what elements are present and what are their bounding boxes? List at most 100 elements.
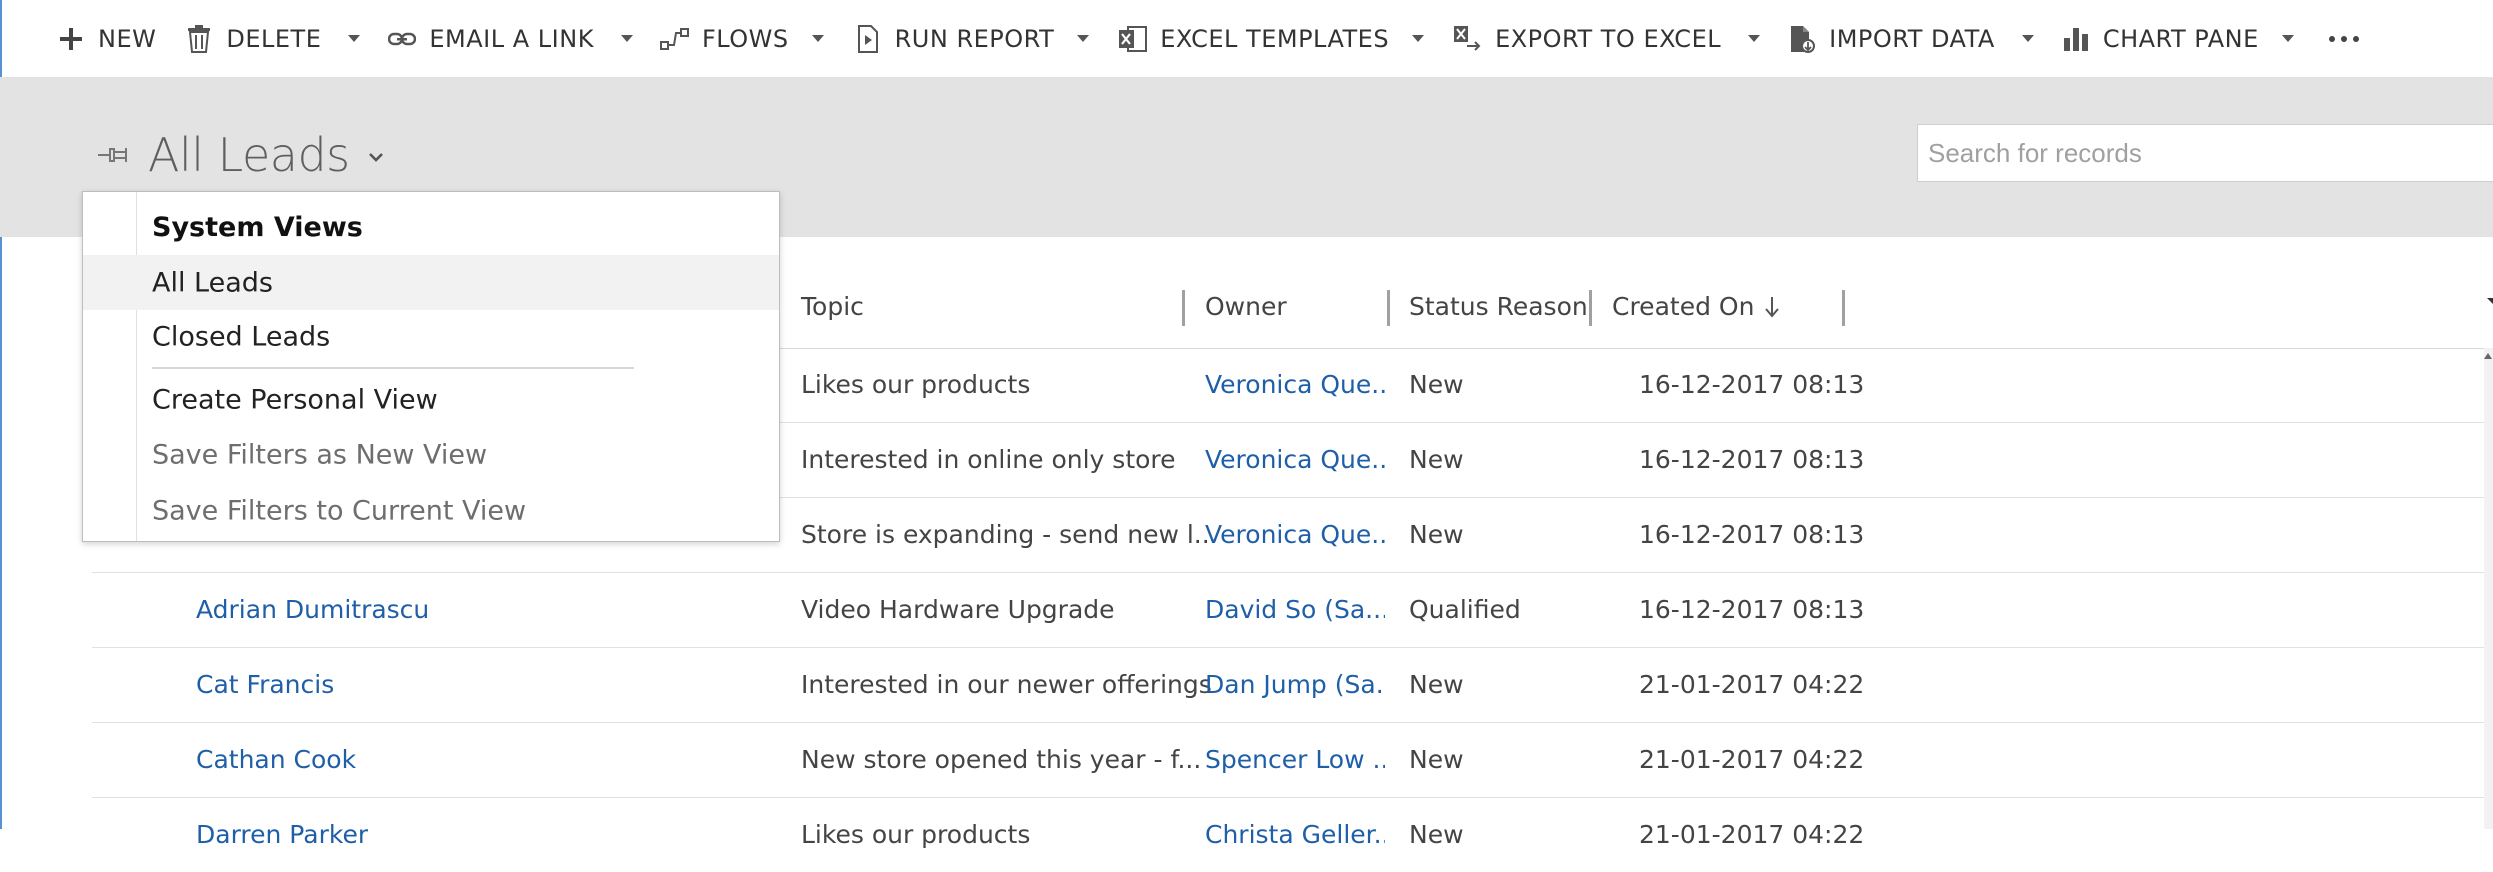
- trash-icon: [184, 24, 214, 54]
- status-cell: Qualified: [1409, 595, 1521, 624]
- export-split: EXPORT TO EXCEL: [1439, 0, 1773, 77]
- caret-down-icon: [2021, 35, 2034, 42]
- sort-descending-icon: [1765, 296, 1780, 318]
- caret-down-icon: [1748, 35, 1761, 42]
- column-header-created-on[interactable]: Created On: [1612, 292, 1780, 321]
- column-resize-handle[interactable]: [1589, 290, 1592, 326]
- lead-name-link[interactable]: Darren Parker: [196, 798, 368, 872]
- table-row[interactable]: Adrian Dumitrascu Video Hardware Upgrade…: [92, 573, 2493, 648]
- lead-name-link[interactable]: Cathan Cook: [196, 723, 356, 797]
- email-label: EMAIL A LINK: [429, 24, 594, 53]
- export-dropdown-button[interactable]: [1735, 0, 1773, 77]
- import-icon: [1787, 24, 1817, 54]
- status-cell: New: [1409, 745, 1464, 774]
- menu-item-all-leads[interactable]: All Leads: [83, 255, 779, 310]
- run-report-label: RUN REPORT: [894, 24, 1055, 53]
- import-split: IMPORT DATA: [1773, 0, 2047, 77]
- vertical-scrollbar[interactable]: [2484, 348, 2493, 829]
- topic-cell: New store opened this year - f...: [801, 745, 1202, 774]
- topic-cell: Store is expanding - send new l...: [801, 520, 1218, 549]
- caret-down-icon: [2281, 35, 2294, 42]
- table-row[interactable]: Cathan Cook New store opened this year -…: [92, 723, 2493, 798]
- owner-link[interactable]: Veronica Que...: [1205, 498, 1385, 572]
- menu-item-save-filters-new-view[interactable]: Save Filters as New View: [83, 427, 779, 482]
- menu-item-create-personal-view[interactable]: Create Personal View: [83, 372, 779, 427]
- owner-link[interactable]: Dan Jump (Sa...: [1205, 648, 1385, 722]
- view-selector-menu: System Views All Leads Closed Leads Crea…: [82, 191, 780, 542]
- view-title: All Leads: [148, 128, 350, 182]
- scroll-up-arrow-icon[interactable]: [2483, 352, 2493, 360]
- status-cell: New: [1409, 370, 1464, 399]
- excel-templates-button[interactable]: EXCEL TEMPLATES: [1104, 0, 1439, 77]
- created-cell: 21-01-2017 04:22: [1639, 670, 1865, 699]
- owner-link[interactable]: Christa Geller...: [1205, 798, 1385, 872]
- new-button[interactable]: NEW: [42, 0, 170, 77]
- excel-icon: [1118, 24, 1148, 54]
- chart-pane-button[interactable]: CHART PANE: [2047, 0, 2309, 77]
- created-cell: 16-12-2017 08:13: [1639, 595, 1865, 624]
- run-report-button[interactable]: RUN REPORT: [839, 0, 1105, 77]
- status-cell: New: [1409, 520, 1464, 549]
- filter-icon[interactable]: [2486, 297, 2493, 325]
- column-resize-handle[interactable]: [1182, 290, 1185, 326]
- caret-down-icon: [348, 35, 361, 42]
- delete-label: DELETE: [226, 24, 322, 53]
- export-to-excel-button[interactable]: EXPORT TO EXCEL: [1439, 0, 1735, 77]
- column-header-status-reason[interactable]: Status Reason: [1409, 292, 1588, 321]
- column-resize-handle[interactable]: [1387, 290, 1390, 326]
- created-cell: 16-12-2017 08:13: [1639, 520, 1865, 549]
- caret-down-icon: [620, 35, 633, 42]
- created-cell: 16-12-2017 08:13: [1639, 370, 1865, 399]
- status-cell: New: [1409, 445, 1464, 474]
- chart-pane-label: CHART PANE: [2102, 24, 2259, 53]
- chevron-down-icon: [368, 153, 383, 162]
- new-label: NEW: [98, 24, 157, 53]
- table-row[interactable]: Cat Francis Interested in our newer offe…: [92, 648, 2493, 723]
- lead-name-link[interactable]: Cat Francis: [196, 648, 334, 722]
- column-resize-handle[interactable]: [1842, 290, 1845, 326]
- report-icon: [853, 24, 883, 54]
- topic-cell: Likes our products: [801, 370, 1031, 399]
- created-cell: 16-12-2017 08:13: [1639, 445, 1865, 474]
- menu-section-header: System Views: [152, 212, 363, 243]
- delete-dropdown-button[interactable]: [335, 0, 373, 77]
- delete-split: DELETE: [170, 0, 373, 77]
- export-excel-icon: [1453, 24, 1483, 54]
- menu-item-closed-leads[interactable]: Closed Leads: [83, 309, 779, 364]
- delete-button[interactable]: DELETE: [170, 0, 335, 77]
- topic-cell: Video Hardware Upgrade: [801, 595, 1115, 624]
- link-icon: [387, 24, 417, 54]
- column-header-owner[interactable]: Owner: [1205, 292, 1287, 321]
- topic-cell: Likes our products: [801, 820, 1031, 849]
- more-commands-button[interactable]: [2309, 0, 2379, 77]
- column-header-topic[interactable]: Topic: [801, 292, 864, 321]
- status-cell: New: [1409, 820, 1464, 849]
- email-dropdown-button[interactable]: [608, 0, 646, 77]
- table-row[interactable]: Darren Parker Likes our products Christa…: [92, 798, 2493, 872]
- import-data-button[interactable]: IMPORT DATA: [1773, 0, 2009, 77]
- bar-chart-icon: [2061, 24, 2091, 54]
- owner-link[interactable]: David So (Sa...: [1205, 573, 1385, 647]
- owner-link[interactable]: Veronica Que...: [1205, 348, 1385, 422]
- ellipsis-icon: [2326, 35, 2362, 42]
- status-cell: New: [1409, 670, 1464, 699]
- import-label: IMPORT DATA: [1829, 24, 1995, 53]
- menu-divider: [152, 367, 634, 369]
- view-selector[interactable]: All Leads: [96, 128, 384, 182]
- topic-cell: Interested in our newer offerings: [801, 670, 1212, 699]
- lead-name-link[interactable]: Adrian Dumitrascu: [196, 573, 429, 647]
- email-split: EMAIL A LINK: [373, 0, 646, 77]
- email-link-button[interactable]: EMAIL A LINK: [373, 0, 608, 77]
- menu-item-save-filters-current-view[interactable]: Save Filters to Current View: [83, 483, 779, 538]
- plus-icon: [56, 24, 86, 54]
- pin-icon: [98, 148, 127, 162]
- topic-cell: Interested in online only store: [801, 445, 1176, 474]
- caret-down-icon: [1077, 35, 1090, 42]
- search-input[interactable]: [1917, 124, 2493, 182]
- owner-link[interactable]: Spencer Low ...: [1205, 723, 1385, 797]
- import-dropdown-button[interactable]: [2009, 0, 2047, 77]
- flows-button[interactable]: FLOWS: [646, 0, 839, 77]
- flow-icon: [659, 24, 690, 54]
- created-cell: 21-01-2017 04:22: [1639, 820, 1865, 849]
- owner-link[interactable]: Veronica Que...: [1205, 423, 1385, 497]
